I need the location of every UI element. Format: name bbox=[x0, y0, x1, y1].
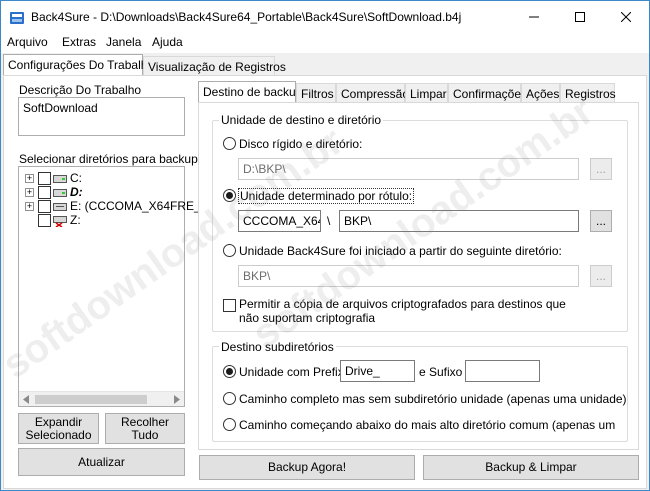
radio-prefix-label: Unidade com Prefixo bbox=[239, 365, 351, 379]
tree-checkbox[interactable] bbox=[38, 214, 51, 227]
label-path-field[interactable]: BKP\ bbox=[339, 210, 579, 232]
tab-visualizacao-registros[interactable]: Visualização de Registros bbox=[143, 56, 286, 77]
description-label: Descrição Do Trabalho bbox=[19, 83, 142, 97]
browse-disk-button[interactable]: ... bbox=[590, 158, 612, 180]
hard-drive-icon bbox=[53, 175, 67, 183]
radio-start-directory-label: Unidade Back4Sure foi iniciado a partir … bbox=[239, 244, 562, 258]
tab-compressao[interactable]: Compressão bbox=[336, 83, 409, 104]
collapse-all-button[interactable]: Recolher Tudo bbox=[105, 413, 185, 444]
disk-path-field[interactable]: D:\BKP\ bbox=[238, 158, 579, 180]
start-path-field[interactable]: BKP\ bbox=[238, 265, 579, 287]
radio-full-path[interactable] bbox=[223, 392, 236, 405]
backup-now-button[interactable]: Backup Agora! bbox=[199, 455, 415, 480]
suffix-field[interactable] bbox=[465, 360, 540, 382]
dirs-label: Selecionar diretórios para backup bbox=[19, 152, 198, 166]
tree-item-label: C: bbox=[70, 171, 82, 185]
tree-horizontal-scrollbar[interactable] bbox=[19, 391, 184, 406]
directory-tree[interactable]: + C: + D: + E: (CCCOMA_X64FRE_P Z: bbox=[18, 166, 209, 407]
menu-ajuda[interactable]: Ajuda bbox=[152, 35, 183, 49]
window-title: Back4Sure - D:\Downloads\Back4Sure64_Por… bbox=[31, 10, 462, 24]
expand-icon[interactable]: + bbox=[25, 202, 34, 211]
subdir-group-label: Destino subdiretórios bbox=[219, 340, 336, 354]
radio-prefix[interactable] bbox=[223, 365, 236, 378]
tree-checkbox[interactable] bbox=[38, 172, 51, 185]
path-separator: \ bbox=[327, 214, 331, 228]
encrypt-checkbox[interactable] bbox=[223, 299, 236, 312]
browse-label-button[interactable]: ... bbox=[590, 210, 612, 232]
scroll-right-icon[interactable] bbox=[173, 395, 181, 404]
tree-item-c[interactable]: + C: bbox=[19, 171, 179, 185]
scrollbar-thumb[interactable] bbox=[35, 395, 147, 404]
network-drive-disconnected-icon bbox=[53, 216, 67, 227]
expand-icon[interactable]: + bbox=[25, 188, 34, 197]
description-field[interactable]: SoftDownload bbox=[18, 97, 185, 136]
tree-item-label: Z: bbox=[70, 213, 81, 227]
browse-start-button[interactable]: ... bbox=[590, 265, 612, 287]
menu-bar: Arquivo Extras Janela Ajuda bbox=[1, 33, 649, 53]
tree-item-z[interactable]: Z: bbox=[19, 213, 179, 227]
prefix-field[interactable]: Drive_ bbox=[340, 360, 415, 382]
scroll-left-icon[interactable] bbox=[22, 395, 30, 404]
app-window: Back4Sure - D:\Downloads\Back4Sure64_Por… bbox=[0, 0, 650, 491]
close-icon bbox=[621, 12, 631, 22]
title-bar[interactable]: Back4Sure - D:\Downloads\Back4Sure64_Por… bbox=[1, 1, 649, 33]
radio-disk-directory-label: Disco rígido e diretório: bbox=[239, 137, 363, 151]
optical-drive-icon bbox=[53, 203, 67, 211]
radio-full-path-label: Caminho completo mas sem subdiretório un… bbox=[239, 392, 627, 406]
drive-label-field[interactable]: CCCOMA_X64FF bbox=[238, 210, 321, 232]
tab-confirmacoes[interactable]: Confirmações bbox=[448, 83, 527, 104]
tab-acoes[interactable]: Ações bbox=[521, 83, 560, 104]
tab-limpar[interactable]: Limpar bbox=[405, 83, 448, 104]
minimize-icon bbox=[529, 16, 539, 18]
destination-group-label: Unidade de destino e diretório bbox=[219, 113, 384, 127]
tree-item-e[interactable]: + E: (CCCOMA_X64FRE_P bbox=[19, 199, 209, 213]
radio-label-drive[interactable] bbox=[223, 189, 236, 202]
tab-configuracoes[interactable]: Configurações Do Trabalho bbox=[3, 54, 154, 76]
tab-registros[interactable]: Registros bbox=[560, 83, 616, 104]
tree-item-label: D: bbox=[70, 185, 83, 199]
tree-item-label: E: (CCCOMA_X64FRE_P bbox=[70, 199, 209, 213]
update-button[interactable]: Atualizar bbox=[18, 448, 185, 476]
menu-janela[interactable]: Janela bbox=[106, 35, 141, 49]
minimize-button[interactable] bbox=[511, 1, 557, 33]
tree-checkbox[interactable] bbox=[38, 186, 51, 199]
radio-label-drive-label: Unidade determinado por rótulo: bbox=[238, 188, 415, 204]
tree-checkbox[interactable] bbox=[38, 200, 51, 213]
hard-drive-icon bbox=[53, 189, 67, 197]
expand-icon[interactable]: + bbox=[25, 174, 34, 183]
backup-clean-button[interactable]: Backup & Limpar bbox=[423, 455, 639, 480]
expand-selected-button[interactable]: Expandir Selecionado bbox=[18, 413, 99, 444]
tab-destino-backup[interactable]: Destino de backup bbox=[198, 81, 302, 103]
app-icon bbox=[10, 12, 24, 24]
radio-start-directory[interactable] bbox=[223, 244, 236, 257]
encrypt-label: Permitir a cópia de arquivos criptografa… bbox=[239, 297, 566, 325]
suffix-label: e Sufixo bbox=[419, 365, 463, 379]
maximize-icon bbox=[575, 12, 585, 22]
radio-common-path-label: Caminho começando abaixo do mais alto di… bbox=[239, 418, 615, 432]
maximize-button[interactable] bbox=[557, 1, 603, 33]
menu-arquivo[interactable]: Arquivo bbox=[7, 35, 48, 49]
tree-item-d[interactable]: + D: bbox=[19, 185, 179, 199]
close-button[interactable] bbox=[603, 1, 649, 33]
radio-disk-directory[interactable] bbox=[223, 137, 236, 150]
menu-extras[interactable]: Extras bbox=[62, 35, 96, 49]
radio-common-path[interactable] bbox=[223, 418, 236, 431]
tab-filtros[interactable]: Filtros bbox=[296, 83, 336, 104]
